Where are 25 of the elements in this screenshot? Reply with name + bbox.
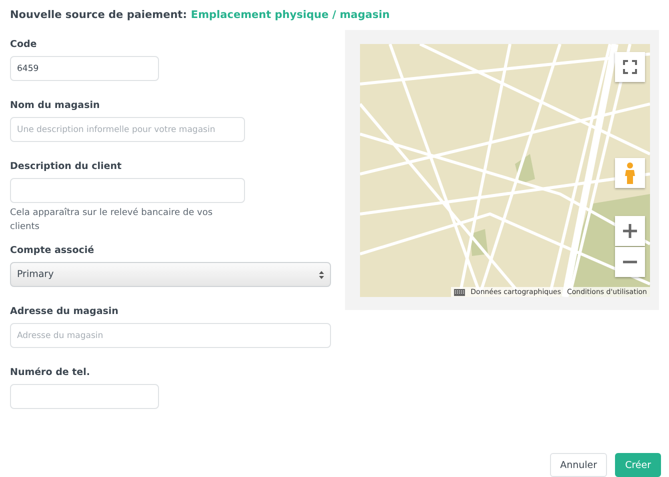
fullscreen-icon [623, 60, 637, 74]
text-field[interactable]: Une description informelle pour votre magasin [10, 117, 245, 142]
minus-icon [623, 260, 637, 264]
field-label: Compte associé [10, 245, 96, 257]
text-field[interactable] [10, 178, 245, 203]
dialog-title: Nouvelle source de paiement: [10, 9, 187, 23]
fullscreen-button[interactable] [615, 52, 645, 82]
text-field[interactable]: 6459 [10, 56, 159, 81]
cancel-button[interactable]: Annuler [550, 453, 608, 477]
field-label: Nom du magasin [10, 100, 101, 112]
plus-icon [623, 224, 637, 238]
field-label: Code [10, 39, 38, 51]
dialog-subtitle: Emplacement physique / magasin [190, 9, 390, 23]
field-label: Adresse du magasin [10, 306, 120, 318]
keyboard-icon [454, 288, 465, 296]
field-label: Numéro de tel. [10, 367, 91, 379]
help-text: Cela apparaîtra sur le relevé bancaire de vos clients [10, 206, 214, 234]
zoom-in-button[interactable] [615, 216, 645, 246]
person-icon [624, 162, 636, 184]
text-field[interactable] [10, 384, 159, 409]
account-dropdown[interactable]: Primary [10, 262, 331, 287]
zoom-out-button[interactable] [615, 247, 645, 277]
text-field[interactable]: Adresse du magasin [10, 323, 331, 348]
field-label: Description du client [10, 161, 123, 173]
updown-icon [319, 270, 324, 278]
